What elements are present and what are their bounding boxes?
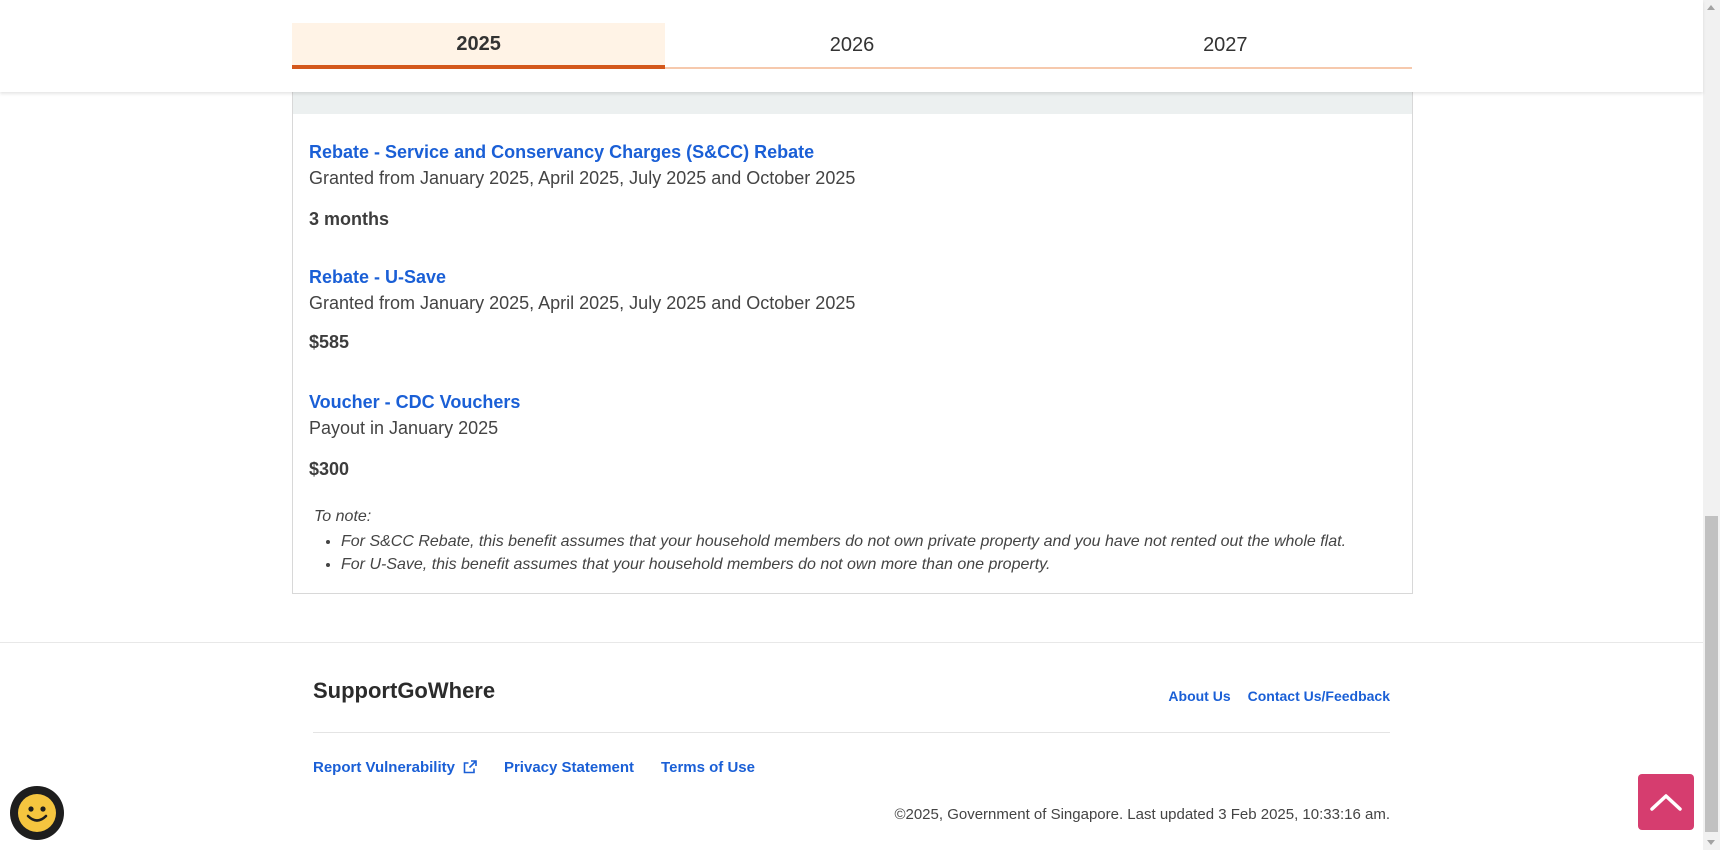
scrollbar-thumb[interactable] <box>1705 516 1718 832</box>
external-link-icon <box>463 760 477 774</box>
benefit-value: 3 months <box>309 209 390 229</box>
note-item: For U-Save, this benefit assumes that yo… <box>341 553 1346 576</box>
tab-2025[interactable]: 2025 <box>292 23 666 69</box>
scroll-down-arrow-icon[interactable] <box>1707 840 1715 845</box>
notes-list: For S&CC Rebate, this benefit assumes th… <box>314 530 1346 576</box>
footer-top-links: About Us Contact Us/Feedback <box>1168 688 1390 704</box>
benefit-description: Granted from January 2025, April 2025, J… <box>309 293 856 313</box>
copyright-text: ©2025, Government of Singapore. Last upd… <box>894 806 1390 823</box>
benefit-link-u-save[interactable]: Rebate - U-Save <box>309 264 855 290</box>
tab-2027[interactable]: 2027 <box>1039 23 1412 67</box>
terms-of-use-link[interactable]: Terms of Use <box>661 759 755 776</box>
about-us-link[interactable]: About Us <box>1168 688 1230 704</box>
benefit-description: Payout in January 2025 <box>309 418 499 438</box>
scroll-up-arrow-icon[interactable] <box>1707 5 1715 10</box>
notes-title: To note: <box>314 508 372 525</box>
note-item: For S&CC Rebate, this benefit assumes th… <box>341 530 1346 553</box>
notes-section: To note: For S&CC Rebate, this benefit a… <box>314 506 1346 576</box>
vertical-scrollbar[interactable] <box>1703 0 1720 850</box>
benefit-description: Granted from January 2025, April 2025, J… <box>309 168 856 188</box>
benefit-item-u-save: Rebate - U-Save Granted from January 202… <box>309 264 856 352</box>
back-to-top-button[interactable] <box>1638 774 1694 830</box>
contact-feedback-link[interactable]: Contact Us/Feedback <box>1248 688 1390 704</box>
benefit-item-sncc-rebate: Rebate - Service and Conservancy Charges… <box>309 139 856 229</box>
chat-assistant-button[interactable] <box>10 786 64 840</box>
benefit-link-sncc-rebate[interactable]: Rebate - Service and Conservancy Charges… <box>309 139 855 165</box>
footer-separator <box>313 732 1390 733</box>
footer-brand: SupportGoWhere <box>313 678 496 703</box>
benefits-card: Rebate - Service and Conservancy Charges… <box>292 88 1413 594</box>
benefit-item-cdc-vouchers: Voucher - CDC Vouchers Payout in January… <box>309 389 520 479</box>
report-vulnerability-label: Report Vulnerability <box>313 759 455 776</box>
chevron-up-icon <box>1650 794 1682 811</box>
footer-divider <box>0 642 1703 643</box>
benefit-value: $300 <box>309 459 350 479</box>
footer-bottom-links: Report Vulnerability Privacy Statement T… <box>313 759 755 776</box>
tab-2026[interactable]: 2026 <box>665 23 1038 67</box>
privacy-statement-link[interactable]: Privacy Statement <box>504 759 634 776</box>
benefit-value: $585 <box>309 332 350 352</box>
year-tabs: 2025 2026 2027 <box>292 23 1412 69</box>
smiley-face-icon <box>18 794 56 832</box>
report-vulnerability-link[interactable]: Report Vulnerability <box>313 759 477 776</box>
year-tab-header: 2025 2026 2027 <box>0 0 1703 92</box>
benefit-link-cdc-vouchers[interactable]: Voucher - CDC Vouchers <box>309 389 520 415</box>
page: 2025 2026 2027 Rebate - Service and Cons… <box>0 0 1720 850</box>
